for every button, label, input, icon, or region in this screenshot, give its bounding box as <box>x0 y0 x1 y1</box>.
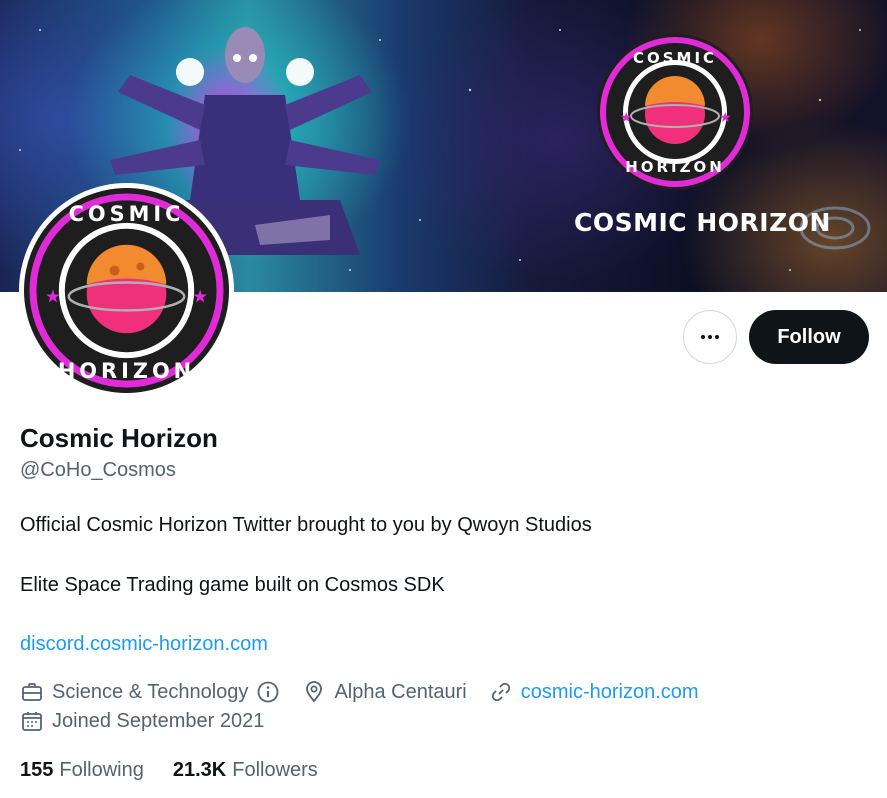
svg-text:★: ★ <box>620 110 633 126</box>
banner-title: COSMIC HORIZON <box>574 208 831 237</box>
website-item[interactable]: cosmic-horizon.com <box>489 680 699 704</box>
link-icon <box>491 682 510 702</box>
svg-text:★: ★ <box>192 286 208 307</box>
bio-line-2: Elite Space Trading game built on Cosmos… <box>20 574 445 596</box>
follow-button[interactable]: Follow <box>749 310 869 364</box>
location-item: Alpha Centauri <box>302 680 467 704</box>
more-options-button[interactable] <box>683 310 737 364</box>
joined-label: Joined September 2021 <box>52 709 265 732</box>
ellipsis-icon <box>701 335 719 339</box>
briefcase-icon <box>22 683 42 701</box>
location-label: Alpha Centauri <box>334 680 467 703</box>
following-label: Following <box>59 759 144 781</box>
joined-item: Joined September 2021 <box>20 709 264 733</box>
followers-label: Followers <box>232 759 318 781</box>
category-label: Science & Technology <box>52 680 249 703</box>
follow-stats: 155 Following 21.3K Followers <box>20 759 318 782</box>
profile-handle: @CoHo_Cosmos <box>20 459 176 481</box>
following-count: 155 <box>20 759 54 781</box>
profile-meta-row: Science & Technology Alpha Centauri cosm… <box>20 680 699 704</box>
website-link[interactable]: cosmic-horizon.com <box>521 681 699 704</box>
banner-logo-top-text: COSMIC <box>633 49 717 67</box>
avatar-logo-bottom-text: HORIZON <box>58 359 195 383</box>
banner-logo-bottom-text: HORIZON <box>625 158 725 176</box>
svg-text:★: ★ <box>719 110 732 126</box>
profile-name: Cosmic Horizon <box>20 423 218 453</box>
avatar-logo: ★ ★ COSMIC HORIZON <box>23 187 230 394</box>
following-link[interactable]: 155 Following <box>20 759 144 782</box>
bio-line-1: Official Cosmic Horizon Twitter brought … <box>20 514 592 536</box>
calendar-icon <box>22 712 42 731</box>
avatar[interactable]: ★ ★ COSMIC HORIZON <box>19 183 234 398</box>
bio-discord-link[interactable]: discord.cosmic-horizon.com <box>20 633 268 656</box>
category-item: Science & Technology <box>20 680 280 704</box>
followers-link[interactable]: 21.3K Followers <box>173 759 318 782</box>
joined-row: Joined September 2021 <box>20 709 264 733</box>
svg-text:★: ★ <box>45 286 61 307</box>
avatar-logo-top-text: COSMIC <box>69 202 185 226</box>
followers-count: 21.3K <box>172 759 227 781</box>
location-pin-icon <box>306 681 323 703</box>
info-icon[interactable] <box>256 680 280 704</box>
